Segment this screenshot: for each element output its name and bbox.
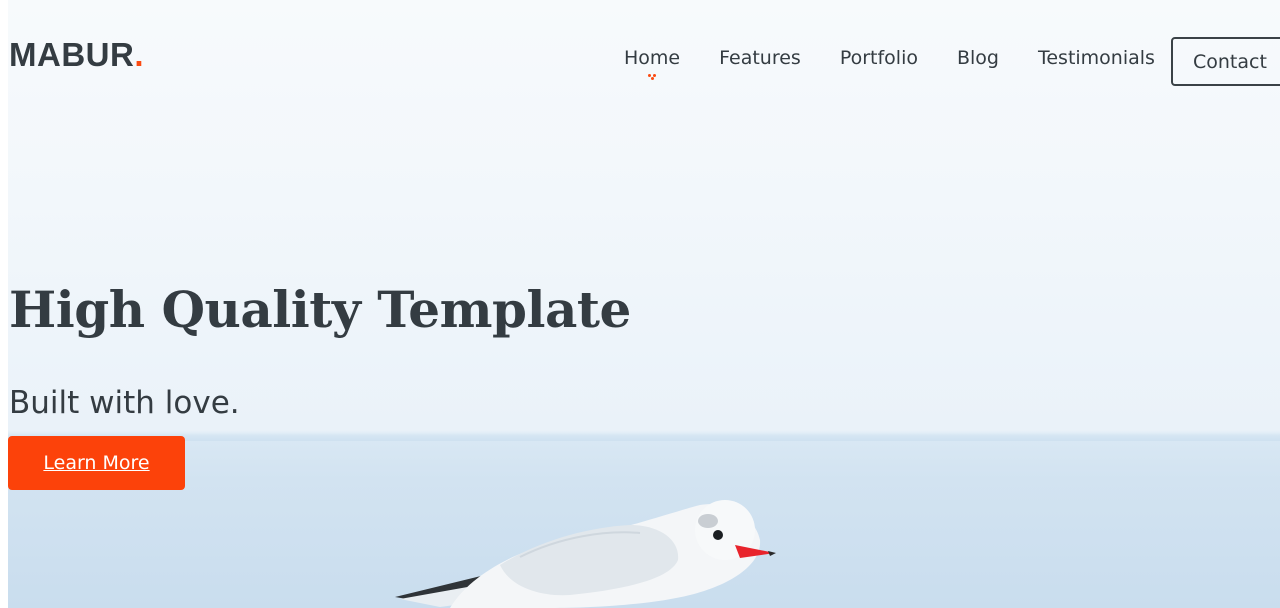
nav-item-label: Home <box>624 47 681 69</box>
nav-item-home[interactable]: Home <box>624 47 681 80</box>
page-left-margin <box>0 0 8 608</box>
main-navigation: Home Features Portfolio Blog Testimonial… <box>624 47 1194 80</box>
active-indicator-icon <box>648 74 657 80</box>
contact-button[interactable]: Contact <box>1171 37 1280 86</box>
brand-dot: . <box>134 36 144 73</box>
brand-logo[interactable]: MABUR. <box>9 36 144 74</box>
hero-subtitle: Built with love. <box>9 385 240 421</box>
nav-item-features[interactable]: Features <box>719 47 801 69</box>
learn-more-button[interactable]: Learn More <box>8 436 185 490</box>
sea-horizon <box>0 433 1280 441</box>
brand-name: MABUR <box>9 36 135 73</box>
nav-item-testimonials[interactable]: Testimonials <box>1038 47 1155 69</box>
hero-title: High Quality Template <box>9 280 631 339</box>
nav-item-portfolio[interactable]: Portfolio <box>840 47 918 69</box>
nav-item-label: Portfolio <box>839 47 918 69</box>
nav-item-label: Blog <box>956 47 999 69</box>
nav-item-label: Testimonials <box>1037 47 1155 69</box>
nav-item-label: Features <box>719 47 801 69</box>
nav-item-blog[interactable]: Blog <box>957 47 999 69</box>
seagull-image <box>395 500 776 608</box>
